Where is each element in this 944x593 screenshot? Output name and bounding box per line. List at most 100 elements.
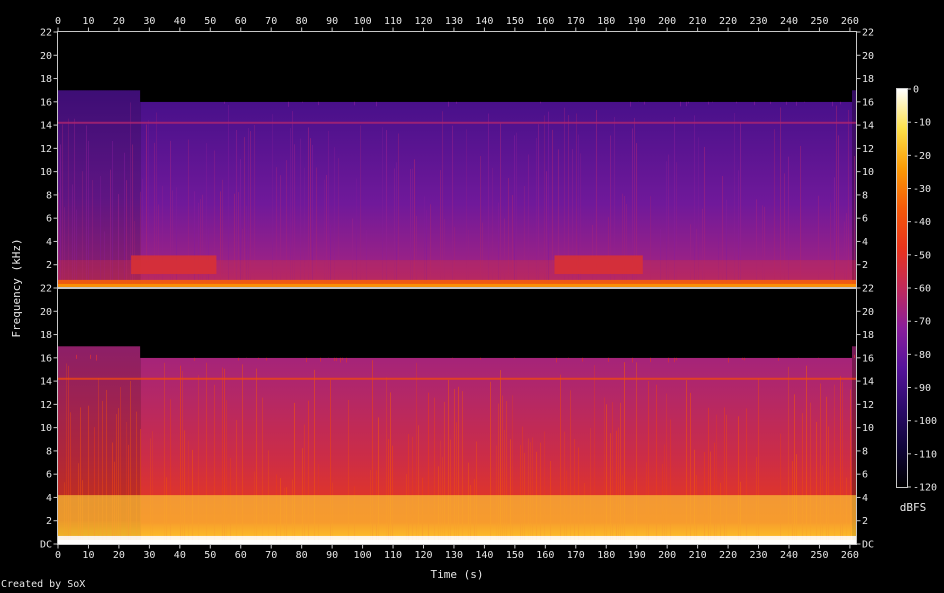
x-tick-label-bottom: 120: [414, 550, 432, 561]
low-frequency-core: [58, 539, 856, 544]
x-tick-label-top: 20: [113, 16, 125, 27]
y-tick-label-right: 22: [862, 28, 874, 39]
x-tick-label-bottom: 170: [567, 550, 585, 561]
y-tick-label-left: 22: [40, 284, 52, 295]
silent-region: [58, 32, 856, 91]
intro-segment: [58, 90, 141, 288]
y-tick-label-right: DC: [862, 540, 874, 551]
x-tick-label-top: 160: [536, 16, 554, 27]
silent-region: [140, 90, 853, 102]
x-tick-label-top: 170: [567, 16, 585, 27]
y-tick-label-left: 16: [40, 353, 52, 364]
colorbar-tick-label: -50: [913, 250, 931, 261]
y-tick-label-right: 14: [862, 377, 874, 388]
y-tick-label-left: 4: [46, 493, 52, 504]
y-tick-label-right: 12: [862, 144, 874, 155]
cutoff-speckle: [90, 354, 91, 359]
y-tick-label-left: 20: [40, 51, 52, 62]
x-tick-label-bottom: 210: [689, 550, 707, 561]
channel-1-spectrogram: [58, 32, 856, 288]
x-tick-label-bottom: 20: [113, 550, 125, 561]
cutoff-speckle: [854, 354, 855, 358]
x-tick-label-bottom: 260: [841, 550, 859, 561]
y-tick-label-left: 8: [46, 446, 52, 457]
x-tick-label-top: 190: [628, 16, 646, 27]
y-tick-label-right: 4: [862, 237, 868, 248]
x-tick-label-top: 60: [235, 16, 247, 27]
y-tick-label-left: DC: [40, 540, 52, 551]
x-tick-label-bottom: 70: [265, 550, 277, 561]
x-tick-label-top: 50: [204, 16, 216, 27]
credit-text: Created by SoX: [1, 579, 86, 590]
x-tick-label-bottom: 160: [536, 550, 554, 561]
x-tick-label-bottom: 110: [384, 550, 402, 561]
y-tick-label-right: 4: [862, 493, 868, 504]
x-tick-label-bottom: 240: [780, 550, 798, 561]
colorbar: 0 -10 -20 -30 -40 -50 -60 -70 -80 -90 -100 -110 -120…: [896, 85, 937, 514]
mid-frequency-band: [58, 495, 856, 536]
channel-2-spectrogram: [58, 288, 856, 544]
cutoff-speckle: [76, 354, 77, 359]
y-tick-label-left: 2: [46, 516, 52, 527]
y-tick-label-right: 10: [862, 423, 874, 434]
colorbar-tick-label: -40: [913, 217, 931, 228]
colorbar-tick-label: -90: [913, 383, 931, 394]
x-tick-label-bottom: 60: [235, 550, 247, 561]
x-tick-label-top: 180: [597, 16, 615, 27]
y-tick-label-left: 10: [40, 167, 52, 178]
colorbar-ticks: 0 -10 -20 -30 -40 -50 -60 -70 -80 -90 -100 -110 -120: [907, 85, 937, 494]
x-tick-label-bottom: 50: [204, 550, 216, 561]
x-tick-label-bottom: 140: [475, 550, 493, 561]
y-tick-label-right: 2: [862, 516, 868, 527]
x-tick-label-top: 220: [719, 16, 737, 27]
x-tick-label-top: 80: [296, 16, 308, 27]
x-tick-label-top: 30: [143, 16, 155, 27]
x-axis-label: Time (s): [431, 568, 484, 581]
x-tick-label-top: 70: [265, 16, 277, 27]
y-tick-label-right: 20: [862, 307, 874, 318]
y-tick-label-left: 4: [46, 237, 52, 248]
y-tick-label-left: 10: [40, 423, 52, 434]
y-tick-label-left: 14: [40, 377, 52, 388]
y-tick-label-right: 2: [862, 260, 868, 271]
x-tick-label-bottom: 220: [719, 550, 737, 561]
y-tick-label-right: 12: [862, 400, 874, 411]
x-tick-label-bottom: 30: [143, 550, 155, 561]
y-tick-label-left: 8: [46, 190, 52, 201]
colorbar-label: dBFS: [900, 501, 927, 514]
y-tick-label-right: 20: [862, 51, 874, 62]
x-tick-label-bottom: 100: [354, 550, 372, 561]
y-tick-label-right: 8: [862, 190, 868, 201]
colorbar-tick-label: -70: [913, 317, 931, 328]
x-tick-label-bottom: 90: [326, 550, 338, 561]
x-tick-label-top: 0: [55, 16, 61, 27]
cutoff-speckle: [96, 354, 97, 361]
y-tick-label-right: 14: [862, 121, 874, 132]
colorbar-tick-label: -100: [913, 416, 937, 427]
colorbar-tick-label: -20: [913, 151, 931, 162]
y-axis-label: Frequency (kHz): [10, 238, 23, 337]
x-tick-label-top: 110: [384, 16, 402, 27]
colorbar-tick-label: -30: [913, 184, 931, 195]
x-tick-label-bottom: 200: [658, 550, 676, 561]
x-tick-label-bottom: 230: [750, 550, 768, 561]
y-tick-label-right: 8: [862, 446, 868, 457]
silent-region: [140, 346, 853, 358]
y-tick-label-left: 6: [46, 214, 52, 225]
y-tick-label-left: 2: [46, 260, 52, 271]
y-tick-label-left: 18: [40, 74, 52, 85]
y-tick-label-left: 16: [40, 97, 52, 108]
x-tick-label-bottom: 250: [810, 550, 828, 561]
x-tick-label-bottom: 180: [597, 550, 615, 561]
x-tick-label-bottom: 190: [628, 550, 646, 561]
x-tick-label-bottom: 150: [506, 550, 524, 561]
x-tick-label-bottom: 40: [174, 550, 186, 561]
colorbar-gradient: [897, 89, 907, 487]
x-tick-label-top: 90: [326, 16, 338, 27]
x-tick-label-top: 150: [506, 16, 524, 27]
tone-line: [58, 377, 856, 380]
x-tick-label-top: 230: [750, 16, 768, 27]
x-tick-label-top: 260: [841, 16, 859, 27]
x-tick-label-top: 120: [414, 16, 432, 27]
x-tick-label-bottom: 130: [445, 550, 463, 561]
